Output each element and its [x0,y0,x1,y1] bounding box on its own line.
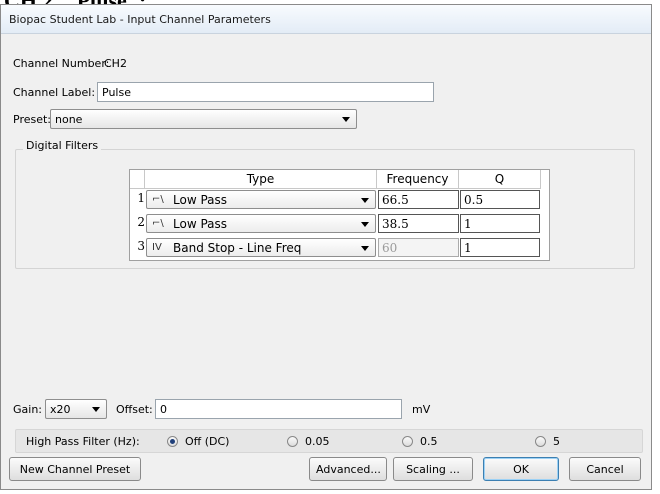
high-pass-filter-panel: High Pass Filter (Hz): Off (DC) 0.05 0.5… [15,429,643,453]
filter-type-value: Low Pass [173,193,227,207]
q-input[interactable] [460,214,540,233]
q-input[interactable] [460,190,540,209]
offset-unit: mV [412,403,431,416]
hp-0.05-radio[interactable] [287,436,298,447]
chevron-down-icon [342,117,350,122]
filter-type-value: Band Stop - Line Freq [173,241,302,255]
q-input[interactable] [460,238,540,257]
row-number: 3 [137,239,145,253]
filter-type-value: Low Pass [173,217,227,231]
low-pass-icon: ⌐\ [152,194,164,205]
cancel-button[interactable]: Cancel [569,457,641,481]
frequency-column-header: Frequency [377,170,459,189]
low-pass-icon: ⌐\ [152,218,164,229]
hp-5-label: 5 [553,435,560,448]
scaling-button[interactable]: Scaling ... [393,457,473,481]
hp-0.05-label: 0.05 [305,435,330,448]
q-column-header: Q [459,170,541,189]
hp-off-label: Off (DC) [185,435,230,448]
row-number-header [130,170,145,189]
hp-off-radio[interactable] [167,436,178,447]
chevron-down-icon [361,198,369,203]
channel-label-label: Channel Label: [13,86,96,99]
chevron-down-icon [92,407,100,412]
frequency-input[interactable] [378,190,459,209]
row-number: 2 [137,215,145,229]
filter-type-dropdown[interactable]: ⌐\ Low Pass [146,214,376,233]
frequency-input[interactable] [378,214,459,233]
ok-button[interactable]: OK [483,457,559,481]
input-channel-parameters-dialog: Biopac Student Lab - Input Channel Param… [0,4,652,490]
offset-input[interactable] [155,399,402,419]
advanced-button[interactable]: Advanced... [309,457,387,481]
window-title: Biopac Student Lab - Input Channel Param… [9,13,271,26]
hp-0.5-radio[interactable] [402,436,413,447]
digital-filters-title: Digital Filters [23,139,102,152]
band-stop-icon: IV [152,242,162,253]
high-pass-filter-label: High Pass Filter (Hz): [26,435,140,448]
row-number: 1 [137,191,145,205]
preset-value: none [55,113,83,126]
chevron-down-icon [361,222,369,227]
offset-label: Offset: [116,403,153,416]
filter-type-dropdown[interactable]: IV Band Stop - Line Freq [146,238,376,257]
preset-label: Preset: [13,113,52,126]
type-column-header: Type [145,170,377,189]
gain-dropdown[interactable]: x20 [45,399,107,419]
channel-number-label: Channel Number: [13,57,110,70]
new-channel-preset-button[interactable]: New Channel Preset [9,457,141,481]
chevron-down-icon [361,246,369,251]
channel-number-value: CH2 [104,57,127,70]
frequency-input [378,238,459,257]
hp-0.5-label: 0.5 [420,435,438,448]
hp-5-radio[interactable] [535,436,546,447]
channel-label-input[interactable] [97,82,434,102]
preset-dropdown[interactable]: none [50,109,357,129]
gain-label: Gain: [13,403,42,416]
filter-type-dropdown[interactable]: ⌐\ Low Pass [146,190,376,209]
gain-value: x20 [50,403,71,416]
title-bar: Biopac Student Lab - Input Channel Param… [1,5,651,34]
digital-filters-table: Type Frequency Q 1 ⌐\ Low Pass 2 ⌐\ Low … [129,169,550,261]
